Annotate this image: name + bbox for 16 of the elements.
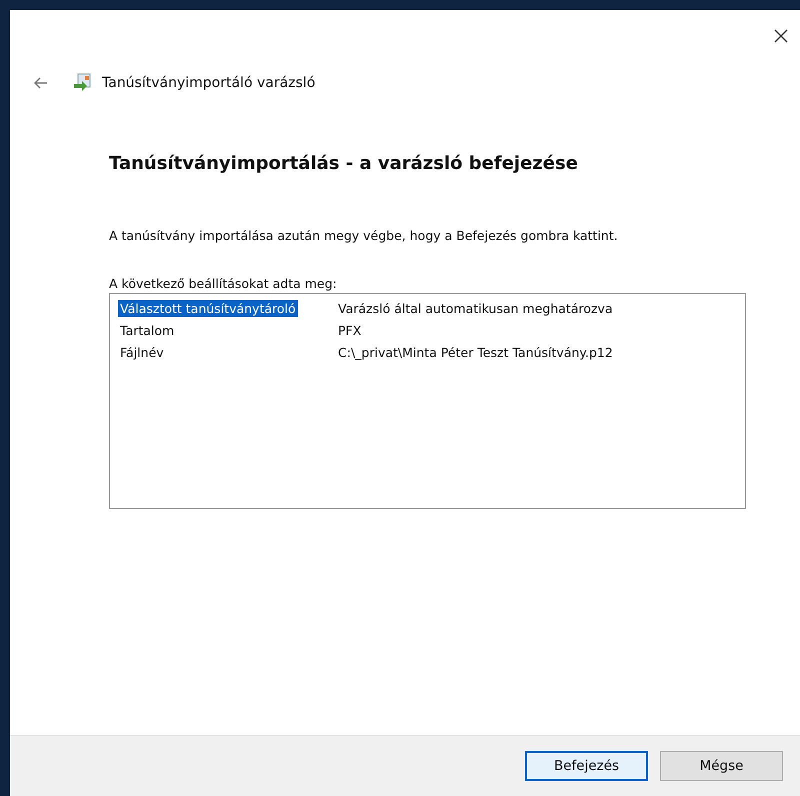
setting-name[interactable]: Tartalom — [118, 322, 176, 338]
certificate-icon — [72, 73, 92, 93]
settings-label: A következő beállításokat adta meg: — [109, 276, 338, 291]
settings-list[interactable]: Választott tanúsítványtároló Varázsló által automatikusan meghatározva Tartalom PFX Fájlnév C:\_privat\Minta Péter Teszt Tanúsítvány.p12 — [109, 293, 746, 509]
window-title: Tanúsítványimportáló varázsló — [102, 75, 316, 91]
cancel-button[interactable]: Mégse — [660, 751, 783, 781]
close-icon[interactable] — [774, 29, 788, 43]
back-arrow-icon[interactable] — [34, 77, 48, 89]
description-text: A tanúsítvány importálása azután megy végbe, hogy a Befejezés gombra kattint. — [109, 228, 619, 243]
setting-name[interactable]: Fájlnév — [118, 344, 166, 360]
setting-value: PFX — [338, 322, 362, 338]
finish-button[interactable]: Befejezés — [525, 751, 648, 781]
setting-value: C:\_privat\Minta Péter Teszt Tanúsítvány.p12 — [338, 344, 613, 360]
page-heading: Tanúsítványimportálás - a varázsló befejezése — [109, 153, 579, 174]
setting-value: Varázsló által automatikusan meghatározva — [338, 300, 613, 316]
setting-name[interactable]: Választott tanúsítványtároló — [118, 300, 298, 316]
